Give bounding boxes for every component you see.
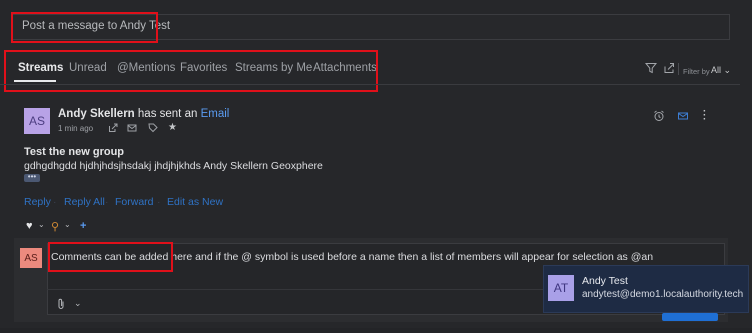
avatar: AS [20, 248, 42, 268]
tab-mentions[interactable]: @Mentions [117, 62, 175, 74]
tab-favorites[interactable]: Favorites [180, 62, 227, 74]
kebab-icon[interactable]: · · · [703, 107, 715, 125]
comment-text: Comments can be added here and if the @ … [51, 251, 654, 263]
separator-dot: · [105, 196, 109, 208]
chevron-down-icon: ⌄ [723, 65, 732, 75]
tab-streams[interactable]: Streams [18, 62, 63, 74]
post-message-placeholder: Post a message to Andy Test [22, 20, 171, 32]
tab-unread[interactable]: Unread [69, 62, 107, 74]
toolbar-divider [678, 63, 679, 75]
sender-action: has sent an [137, 108, 198, 120]
heart-icon[interactable]: ♥ [26, 220, 33, 232]
alarm-icon[interactable] [653, 110, 665, 122]
tag-icon[interactable] [148, 122, 159, 133]
filter-dropdown[interactable]: All ⌄ [711, 65, 731, 76]
reply-link[interactable]: Reply [24, 196, 51, 208]
forward-link[interactable]: Forward [115, 196, 154, 208]
envelope-icon[interactable] [127, 122, 138, 133]
bottom-divider [0, 328, 752, 333]
funnel-icon[interactable] [644, 62, 659, 76]
tabs-divider [0, 84, 740, 85]
email-link[interactable]: Email [201, 108, 230, 120]
message-body: gdhgdhgdd hjdhjhdsjhsdakj jhdjhjkhds And… [24, 160, 323, 172]
edit-as-new-link[interactable]: Edit as New [167, 196, 223, 208]
chevron-down-icon[interactable]: ⌄ [38, 220, 45, 229]
avatar: AS [24, 108, 50, 134]
paperclip-icon[interactable] [56, 298, 66, 313]
tab-streams-by-me[interactable]: Streams by Me [235, 62, 312, 74]
chevron-down-icon[interactable]: ⌄ [74, 298, 82, 309]
separator-dot: · [53, 196, 57, 208]
mention-name[interactable]: Andy Test [582, 275, 628, 287]
active-tab-indicator [14, 80, 56, 82]
reply-all-link[interactable]: Reply All [64, 196, 105, 208]
show-more-button[interactable]: ••• [24, 173, 40, 182]
filter-label: Filter by [683, 67, 710, 76]
add-icon[interactable]: + [80, 220, 86, 232]
avatar: AT [548, 275, 574, 301]
mail-icon[interactable] [677, 110, 689, 122]
post-comment-button[interactable] [662, 313, 718, 321]
mention-email: andytest@demo1.localauthority.tech [582, 289, 744, 300]
sender-name: Andy Skellern [58, 108, 135, 120]
tab-attachments[interactable]: Attachments [313, 62, 377, 74]
chevron-down-icon[interactable]: ⌄ [64, 220, 71, 229]
person-tag-icon[interactable]: ⚲ [51, 220, 59, 233]
external-link-icon[interactable] [108, 122, 119, 133]
message-sender-line: Andy Skellern has sent an Email [58, 108, 229, 120]
message-time: 1 min ago [58, 124, 94, 133]
message-title: Test the new group [24, 146, 125, 158]
filter-value: All [711, 65, 722, 75]
share-icon[interactable] [663, 62, 677, 76]
separator-dot: · [157, 196, 161, 208]
star-icon[interactable]: ★ [168, 122, 179, 133]
